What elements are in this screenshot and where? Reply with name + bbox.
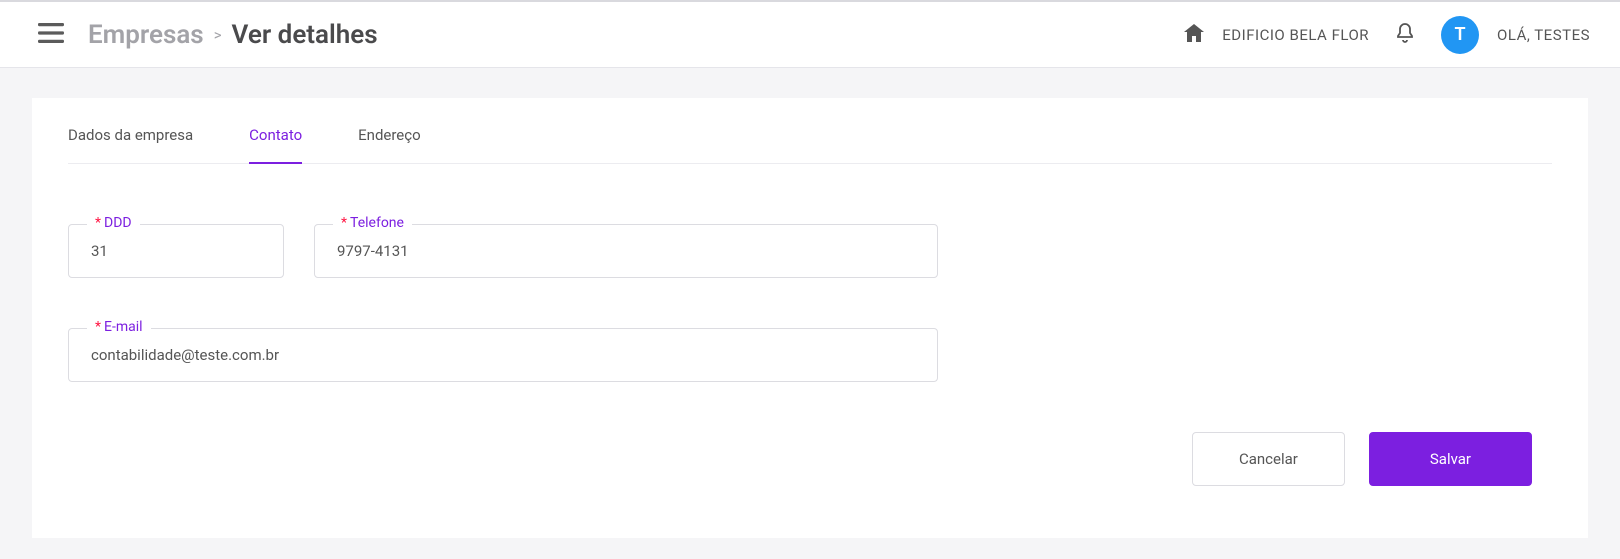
tab-address[interactable]: Endereço — [358, 126, 421, 163]
building-label[interactable]: EDIFICIO BELA FLOR — [1222, 26, 1369, 44]
phone-input[interactable] — [315, 225, 937, 277]
email-field-wrapper: *E-mail — [68, 328, 938, 382]
bell-icon[interactable] — [1395, 22, 1415, 48]
cancel-button[interactable]: Cancelar — [1192, 432, 1345, 486]
home-icon[interactable] — [1184, 24, 1204, 46]
save-button[interactable]: Salvar — [1369, 432, 1532, 486]
ddd-field-wrapper: *DDD — [68, 224, 284, 278]
avatar[interactable]: T — [1441, 16, 1479, 54]
ddd-label: *DDD — [87, 215, 140, 231]
phone-field-wrapper: *Telefone — [314, 224, 938, 278]
form-actions: Cancelar Salvar — [68, 432, 1552, 486]
menu-icon[interactable] — [38, 22, 64, 48]
ddd-input[interactable] — [69, 225, 283, 277]
phone-label: *Telefone — [333, 215, 412, 231]
details-card: Dados da empresa Contato Endereço *DDD *… — [32, 98, 1588, 538]
tab-company-data[interactable]: Dados da empresa — [68, 126, 193, 163]
header-right: EDIFICIO BELA FLOR T OLÁ, TESTES — [1184, 16, 1590, 54]
app-header: Empresas > Ver detalhes EDIFICIO BELA FL… — [0, 0, 1620, 68]
tab-contact[interactable]: Contato — [249, 126, 302, 164]
breadcrumb-root[interactable]: Empresas — [88, 20, 204, 50]
tabs: Dados da empresa Contato Endereço — [68, 98, 1552, 164]
email-input[interactable] — [69, 329, 937, 381]
email-label: *E-mail — [87, 319, 151, 335]
breadcrumb-separator: > — [214, 26, 222, 44]
breadcrumb-current: Ver detalhes — [232, 20, 378, 50]
greeting-label: OLÁ, TESTES — [1497, 26, 1590, 44]
